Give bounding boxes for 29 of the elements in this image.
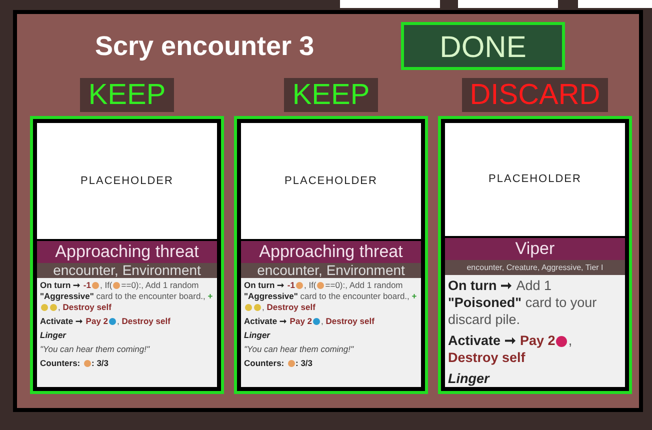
ability-text: Linger [448, 370, 491, 387]
ability-text: "You can hear them coming!" [40, 344, 151, 355]
ability-text: Linger [40, 330, 68, 341]
encounter-card[interactable] [30, 116, 224, 394]
card-tags: encounter, Creature, Aggressive, Tier I [445, 260, 625, 275]
card-name: Approaching threat [37, 241, 217, 263]
placeholder-text: PLACEHOLDER [488, 172, 582, 188]
done-button[interactable]: DONE [401, 22, 565, 70]
dialog-title: Scry encounter 3 [95, 30, 316, 63]
ability-text: Linger [244, 330, 272, 341]
placeholder-text: PLACEHOLDER [284, 174, 378, 189]
ability-text: On turn ➞ -1 , If( ==0):, Add 1 random "Aggressive" card to the encounter board., + , Destroy self [40, 280, 214, 313]
ability-text: On turn ➞ Add 1 "Poisoned" card to your discard pile. [448, 277, 598, 328]
choice-label[interactable]: KEEP [284, 78, 378, 112]
ability-text: Counters: : 3/3 [40, 358, 110, 369]
ability-text: Activate ➞ Pay 2 , Destroy self [448, 332, 574, 366]
placeholder-text: PLACEHOLDER [80, 174, 174, 189]
card-tags: encounter, Environment [241, 263, 421, 278]
ability-text: On turn ➞ -1 , If( ==0):, Add 1 random "Aggressive" card to the encounter board., + , Destroy self [244, 280, 418, 313]
ability-text: "You can hear them coming!" [244, 344, 355, 355]
ability-text: Activate ➞ Pay 2 , Destroy self [244, 316, 376, 327]
encounter-card[interactable]: PLACEHOLDER Viper encounter, Creature, Aggressive, Tier I On turn ➞ Add 1 "Poisoned" card to your discard pile. Activate ➞ Pay 2 , Destroy self Linger [438, 116, 632, 394]
encounter-card[interactable] [234, 116, 428, 394]
card-tags: encounter, Environment [37, 263, 217, 278]
ability-text: Counters: : 3/3 [244, 358, 314, 369]
card-name: Approaching threat [241, 241, 421, 263]
choice-label[interactable]: KEEP [80, 78, 174, 112]
ability-text: Activate ➞ Pay 2 , Destroy self [40, 316, 172, 327]
card-name: Viper [445, 238, 625, 260]
